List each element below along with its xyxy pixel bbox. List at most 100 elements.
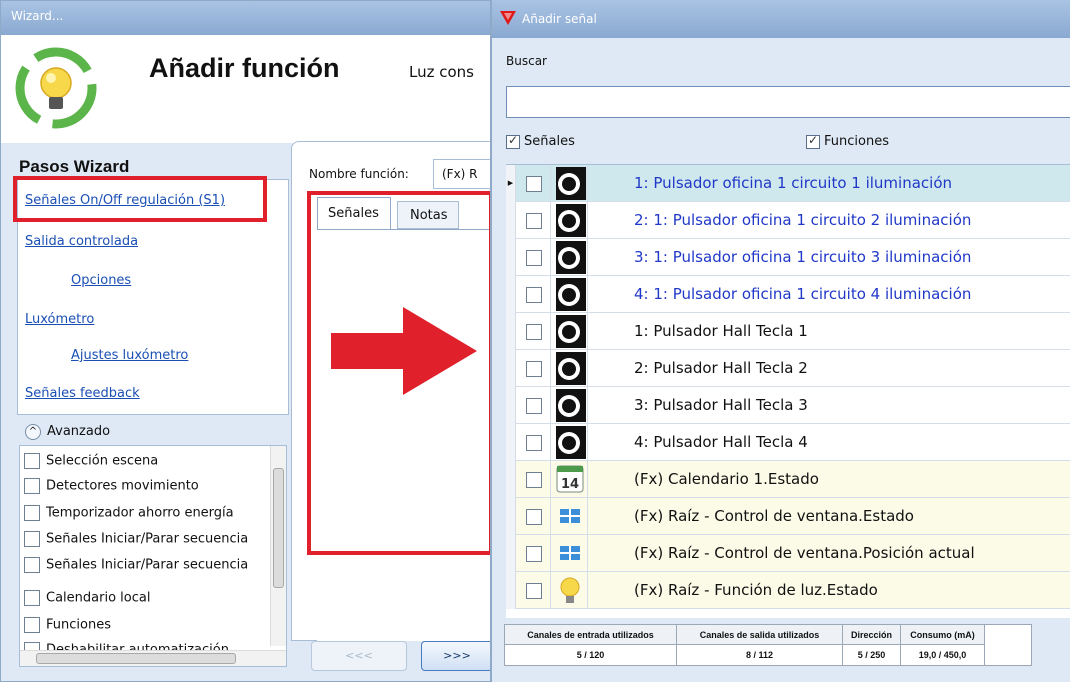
row-checkbox[interactable]: [526, 176, 542, 192]
scroll-thumb[interactable]: [36, 653, 236, 664]
signal-row[interactable]: (Fx) Raíz - Control de ventana.Posición …: [506, 535, 1070, 572]
step-senales-feedback[interactable]: Señales feedback: [25, 386, 140, 401]
signal-row[interactable]: 2: 1: Pulsador oficina 1 circuito 2 ilum…: [506, 202, 1070, 239]
pushbutton-icon: [550, 424, 588, 461]
checkbox-checked[interactable]: [806, 133, 820, 149]
row-indicator: [506, 424, 516, 461]
signal-row-label: 4: Pulsador Hall Tecla 4: [634, 433, 808, 451]
row-checkbox[interactable]: [526, 509, 542, 525]
row-indicator: [506, 202, 516, 239]
pushbutton-icon: [550, 165, 588, 202]
step-ajustes-luxometro[interactable]: Ajustes luxómetro: [71, 348, 188, 363]
step-opciones[interactable]: Opciones: [71, 273, 131, 288]
signal-row-label: 3: Pulsador Hall Tecla 3: [634, 396, 808, 414]
search-input[interactable]: [506, 86, 1070, 118]
scroll-thumb[interactable]: [273, 468, 284, 588]
signal-row[interactable]: 4: 1: Pulsador oficina 1 circuito 4 ilum…: [506, 276, 1070, 313]
signal-row-label: 2: 1: Pulsador oficina 1 circuito 2 ilum…: [634, 211, 972, 229]
svg-text:14: 14: [561, 477, 579, 492]
advanced-item[interactable]: Calendario local: [24, 590, 150, 612]
signal-row-label: 2: Pulsador Hall Tecla 2: [634, 359, 808, 377]
row-indicator: [506, 461, 516, 498]
checkbox[interactable]: [24, 453, 40, 469]
row-pointer-icon: ▶: [506, 165, 516, 202]
signal-row[interactable]: ▶ 1: Pulsador oficina 1 circuito 1 ilumin…: [506, 165, 1070, 202]
filter-functions-checkbox[interactable]: Funciones: [806, 133, 889, 149]
add-signal-window: Añadir señal Buscar Señales Funciones ▶ 1…: [490, 0, 1070, 682]
advanced-vertical-scrollbar[interactable]: [270, 446, 286, 646]
wizard-title: Wizard...: [11, 9, 64, 23]
wizard-heading: Añadir función: [149, 53, 340, 83]
checkbox[interactable]: [24, 590, 40, 606]
step-luxometro[interactable]: Luxómetro: [25, 312, 94, 327]
row-indicator: [506, 239, 516, 276]
row-checkbox[interactable]: [526, 361, 542, 377]
signal-row[interactable]: (Fx) Raíz - Control de ventana.Estado: [506, 498, 1070, 535]
row-indicator: [506, 313, 516, 350]
signal-row[interactable]: (Fx) Raíz - Función de luz.Estado: [506, 572, 1070, 609]
row-checkbox[interactable]: [526, 546, 542, 562]
add-signal-title-bar: Añadir señal: [492, 0, 1070, 38]
row-checkbox[interactable]: [526, 213, 542, 229]
signal-row[interactable]: 4: Pulsador Hall Tecla 4: [506, 424, 1070, 461]
row-checkbox[interactable]: [526, 583, 542, 599]
wizard-subtitle: Luz cons: [409, 63, 474, 81]
checkbox[interactable]: [24, 505, 40, 521]
function-name-field[interactable]: (Fx) R: [433, 159, 493, 189]
filter-signals-checkbox[interactable]: Señales: [506, 133, 575, 149]
advanced-toggle[interactable]: ^ Avanzado: [19, 419, 289, 445]
advanced-item[interactable]: Selección escena: [24, 453, 158, 475]
row-checkbox[interactable]: [526, 250, 542, 266]
chevron-up-icon: ^: [25, 424, 41, 440]
red-arrow-icon: [331, 307, 477, 395]
row-checkbox[interactable]: [526, 435, 542, 451]
status-output-channels: Canales de salida utilizados 8 / 112: [677, 625, 843, 665]
advanced-item[interactable]: Funciones: [24, 617, 111, 639]
signal-row[interactable]: 3: 1: Pulsador oficina 1 circuito 3 ilum…: [506, 239, 1070, 276]
signal-row-label: (Fx) Raíz - Control de ventana.Posición …: [634, 544, 975, 562]
pushbutton-icon: [550, 202, 588, 239]
window-icon: [550, 498, 588, 535]
signal-row[interactable]: 2: Pulsador Hall Tecla 2: [506, 350, 1070, 387]
signal-row[interactable]: 1: Pulsador Hall Tecla 1: [506, 313, 1070, 350]
pushbutton-icon: [550, 387, 588, 424]
wizard-header: Añadir función Luz cons: [1, 35, 493, 143]
advanced-label: Avanzado: [47, 424, 111, 439]
lightbulb-icon: [550, 572, 588, 609]
add-signal-title: Añadir señal: [522, 12, 597, 26]
checkbox[interactable]: [24, 617, 40, 633]
signal-row[interactable]: 14 (Fx) Calendario 1.Estado: [506, 461, 1070, 498]
pushbutton-icon: [550, 276, 588, 313]
advanced-item[interactable]: Señales Iniciar/Parar secuencia: [24, 531, 248, 553]
pushbutton-icon: [550, 350, 588, 387]
checkbox-checked[interactable]: [506, 133, 520, 149]
advanced-item[interactable]: Señales Iniciar/Parar secuencia: [24, 557, 248, 579]
row-indicator: [506, 387, 516, 424]
row-indicator: [506, 535, 516, 572]
advanced-horizontal-scrollbar[interactable]: [20, 650, 286, 666]
window-icon: [550, 535, 588, 572]
search-label: Buscar: [506, 54, 547, 68]
row-indicator: [506, 276, 516, 313]
row-indicator: [506, 498, 516, 535]
checkbox[interactable]: [24, 478, 40, 494]
step-salida-controlada[interactable]: Salida controlada: [25, 234, 138, 249]
calendar-icon: 14: [550, 461, 588, 498]
checkbox[interactable]: [24, 531, 40, 547]
light-function-logo-icon: [15, 47, 97, 129]
advanced-item[interactable]: Temporizador ahorro energía: [24, 505, 234, 527]
advanced-item[interactable]: Detectores movimiento: [24, 478, 199, 500]
row-checkbox[interactable]: [526, 324, 542, 340]
status-consumption: Consumo (mA) 19,0 / 450,0: [901, 625, 985, 665]
row-checkbox[interactable]: [526, 398, 542, 414]
row-checkbox[interactable]: [526, 472, 542, 488]
signal-row-label: 4: 1: Pulsador oficina 1 circuito 4 ilum…: [634, 285, 972, 303]
signal-row-label: 3: 1: Pulsador oficina 1 circuito 3 ilum…: [634, 248, 972, 266]
status-table: Canales de entrada utilizados 5 / 120 Ca…: [504, 624, 1032, 666]
checkbox[interactable]: [24, 557, 40, 573]
row-checkbox[interactable]: [526, 287, 542, 303]
step-highlight-box: [13, 176, 267, 222]
next-button[interactable]: >>>: [421, 641, 493, 671]
signal-row[interactable]: 3: Pulsador Hall Tecla 3: [506, 387, 1070, 424]
back-button[interactable]: <<<: [311, 641, 407, 671]
